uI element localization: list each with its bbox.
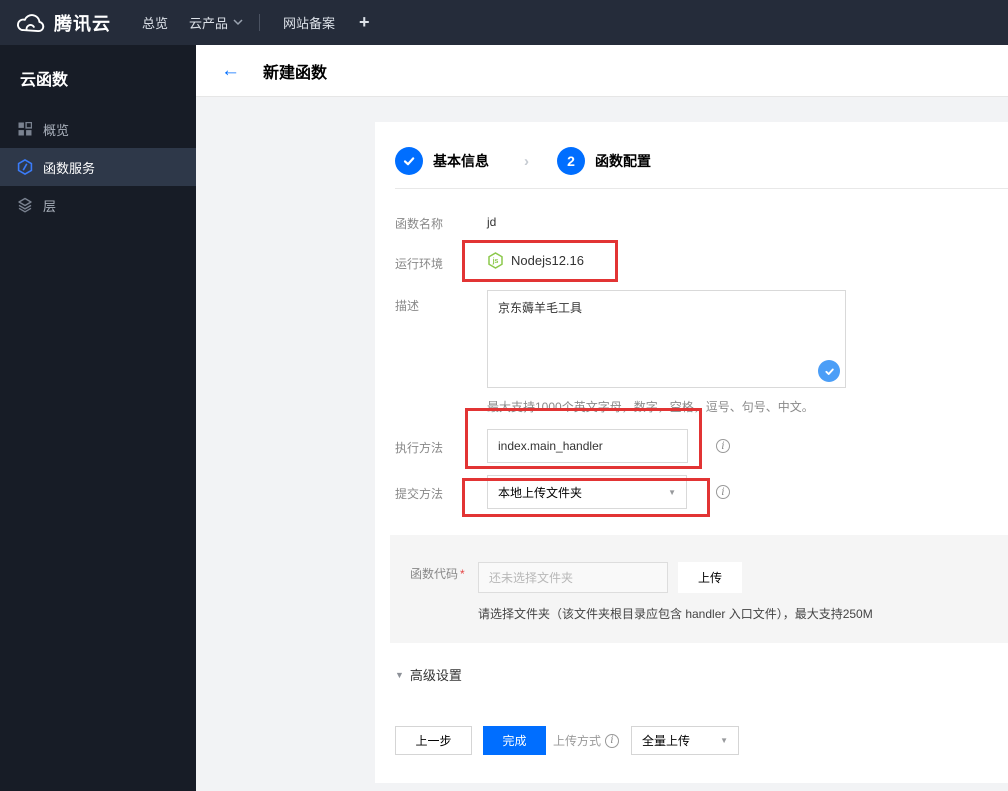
step2-number-circle: 2 [557,147,585,175]
nodejs-icon-text: js [492,258,499,265]
select-caret-icon: ▼ [668,487,676,497]
nav-products-label: 云产品 [189,16,229,31]
handler-input[interactable] [487,429,688,463]
submit-method-info-icon[interactable]: i [716,485,730,499]
valid-check-icon [818,360,840,382]
submit-method-label: 提交方法 [395,487,444,501]
cloud-logo-icon [14,12,46,35]
step2-label: 函数配置 [595,153,651,169]
upload-mode-label-row: 上传方式 i [553,726,620,755]
nav-item-products[interactable]: 云产品 [189,0,243,45]
folder-path-input[interactable] [478,562,668,593]
sidebar-item-function-service[interactable]: 函数服务 [0,148,196,186]
runtime-label: 运行环境 [395,257,444,271]
advanced-settings-toggle[interactable]: ▼ 高级设置 [395,665,462,684]
handler-label: 执行方法 [395,441,444,455]
top-navbar: 腾讯云 总览 云产品 网站备案 + [0,0,1008,45]
sidebar-title: 云函数 [20,72,69,89]
page-header: ← 新建函数 [196,45,1008,97]
function-hexagon-icon [17,159,33,175]
function-code-section: 函数代码* 上传 请选择文件夹（该文件夹根目录应包含 handler 入口文件）… [390,535,1008,643]
upload-mode-info-icon[interactable]: i [605,733,620,748]
nav-divider [259,14,260,31]
layers-icon [17,197,33,213]
tencent-cloud-logo[interactable]: 腾讯云 [14,10,111,36]
submit-method-select[interactable]: 本地上传文件夹 ▼ [487,475,687,509]
description-hint: 最大支持1000个英文字母，数字，空格，逗号、句号、中文。 [487,400,814,414]
brand-name: 腾讯云 [54,14,111,34]
sidebar-item-overview[interactable]: 概览 [0,110,196,148]
function-code-label-text: 函数代码 [410,567,459,581]
description-label: 描述 [395,299,420,313]
function-code-hint: 请选择文件夹（该文件夹根目录应包含 handler 入口文件），最大支持250M [478,607,873,621]
chevron-down-icon [233,19,243,26]
sidebar-item-label: 层 [43,198,57,214]
sidebar: 云函数 概览 函数服务 层 [0,45,196,791]
step-indicator: 基本信息 › 2 函数配置 [395,147,651,175]
nodejs-icon: js [487,252,504,269]
nav-item-overview[interactable]: 总览 [142,0,168,45]
upload-mode-value: 全量上传 [642,734,691,748]
submit-method-value: 本地上传文件夹 [498,485,583,500]
select-caret-icon: ▼ [720,736,728,745]
description-textarea[interactable]: 京东薅羊毛工具 [487,290,846,388]
back-arrow-icon[interactable]: ← [221,61,240,80]
page-title: 新建函数 [263,64,328,82]
sidebar-item-label: 概览 [43,122,70,138]
handler-info-icon[interactable]: i [716,439,730,453]
sidebar-item-layers[interactable]: 层 [0,186,196,224]
runtime-value: Nodejs12.16 [511,253,584,268]
runtime-value-row: js Nodejs12.16 [487,252,584,269]
function-code-label: 函数代码 * [410,565,465,582]
upload-button[interactable]: 上传 [678,562,742,593]
upload-mode-label: 上传方式 [553,734,602,748]
function-name-label: 函数名称 [395,217,444,231]
step1-label: 基本信息 [433,153,489,169]
create-function-card: 基本信息 › 2 函数配置 函数名称 jd 运行环境 js Nodejs12.1… [375,122,1008,783]
add-tab-button[interactable]: + [359,0,370,45]
step-chevron-icon: › [524,152,529,170]
upload-mode-select[interactable]: 全量上传 ▼ [631,726,739,755]
step1-done-circle [395,147,423,175]
advanced-settings-label: 高级设置 [409,668,462,683]
grid-icon [17,121,33,137]
previous-step-button[interactable]: 上一步 [395,726,472,755]
required-asterisk: * [460,567,465,581]
check-icon [402,154,416,168]
nav-item-icp[interactable]: 网站备案 [283,0,335,45]
triangle-down-icon: ▼ [395,669,404,680]
finish-button[interactable]: 完成 [483,726,546,755]
sidebar-item-label: 函数服务 [43,160,96,176]
steps-divider [395,188,1008,189]
function-name-value: jd [487,215,497,229]
